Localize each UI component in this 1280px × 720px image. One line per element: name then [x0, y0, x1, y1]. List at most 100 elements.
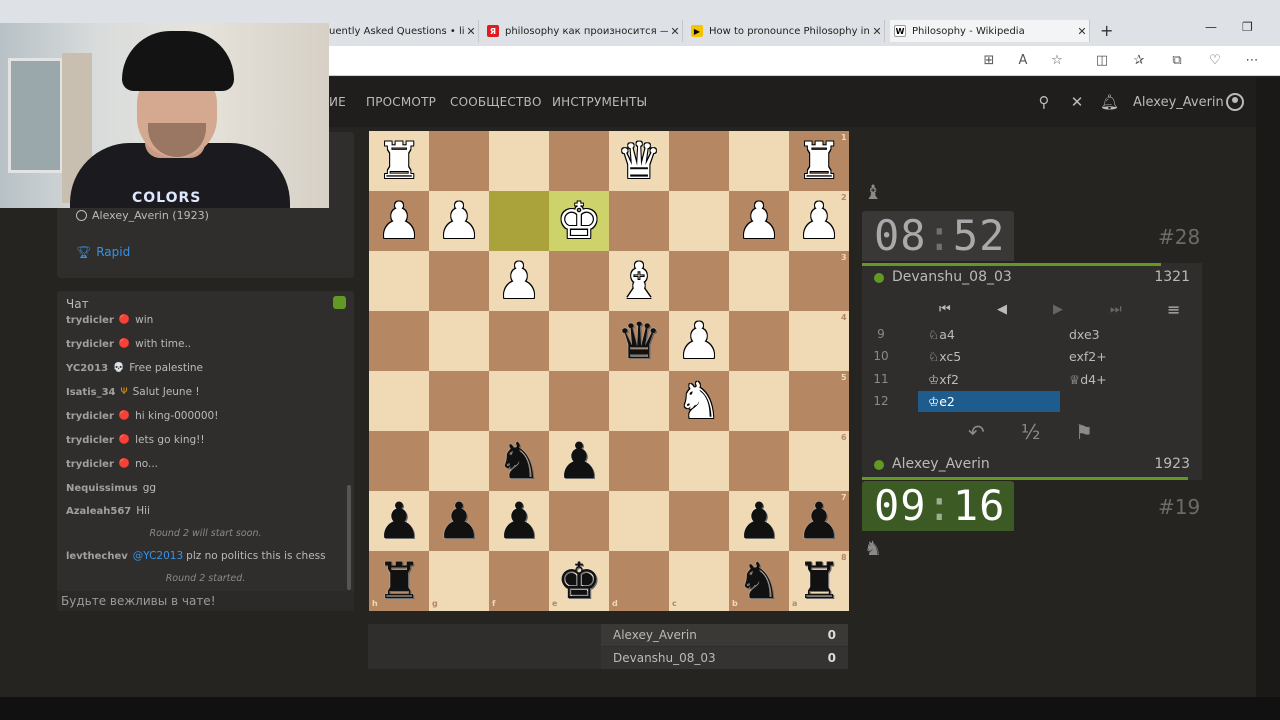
- nav-item-learn[interactable]: ИЕ: [329, 95, 346, 109]
- user-avatar-icon[interactable]: [1226, 93, 1244, 111]
- black-king-icon[interactable]: ♚: [549, 551, 609, 611]
- black-pawn-icon[interactable]: ♟: [429, 491, 489, 551]
- board-square[interactable]: [729, 131, 789, 191]
- last-move-button[interactable]: ⏭: [1110, 302, 1122, 317]
- favorite-star-icon[interactable]: ☆: [1048, 52, 1066, 70]
- minimize-button[interactable]: —: [1205, 20, 1217, 34]
- board-square[interactable]: [489, 551, 549, 611]
- first-move-button[interactable]: ⏮: [939, 302, 951, 317]
- board-square[interactable]: [669, 431, 729, 491]
- close-icon[interactable]: ✕: [1075, 25, 1089, 38]
- restore-button[interactable]: ❐: [1242, 20, 1253, 34]
- next-move-button[interactable]: ▶: [1053, 302, 1063, 317]
- board-square[interactable]: [369, 311, 429, 371]
- white-pawn-icon[interactable]: ♟: [669, 311, 729, 371]
- board-square[interactable]: [549, 491, 609, 551]
- board-square[interactable]: [729, 311, 789, 371]
- takeback-button[interactable]: ↶: [968, 420, 985, 444]
- white-move[interactable]: ♘xc5: [928, 349, 961, 364]
- more-icon[interactable]: ⋯: [1243, 52, 1261, 70]
- white-rook-icon[interactable]: ♜: [369, 131, 429, 191]
- chat-username[interactable]: trydicler: [66, 411, 114, 422]
- black-move[interactable]: dxe3: [1069, 327, 1100, 342]
- board-square[interactable]: [549, 251, 609, 311]
- board-square[interactable]: [369, 431, 429, 491]
- black-knight-icon[interactable]: ♞: [729, 551, 789, 611]
- board-square[interactable]: [369, 371, 429, 431]
- board-square[interactable]: [489, 311, 549, 371]
- white-bishop-icon[interactable]: ♝: [609, 251, 669, 311]
- board-square[interactable]: [429, 311, 489, 371]
- offer-draw-button[interactable]: ½: [1021, 420, 1040, 444]
- white-move[interactable]: ♘a4: [928, 327, 955, 342]
- opponent-name[interactable]: Devanshu_08_03: [892, 269, 1012, 285]
- board-square[interactable]: [609, 371, 669, 431]
- swords-icon[interactable]: ✕: [1068, 93, 1086, 111]
- new-tab-button[interactable]: +: [1100, 21, 1113, 40]
- board-square[interactable]: [429, 131, 489, 191]
- board-square[interactable]: [609, 431, 669, 491]
- board-square[interactable]: [789, 251, 849, 311]
- black-queen-icon[interactable]: ♛: [609, 311, 669, 371]
- tournament-link[interactable]: 🏆︎ Rapid: [76, 245, 130, 259]
- board-square[interactable]: [429, 371, 489, 431]
- white-king-icon[interactable]: ♚: [549, 191, 609, 251]
- chat-username[interactable]: trydicler: [66, 435, 114, 446]
- tab-pronounce-philosophy[interactable]: ▶ How to pronounce Philosophy in ✕: [687, 20, 885, 42]
- header-username[interactable]: Alexey_Averin: [1133, 95, 1224, 110]
- shield-icon[interactable]: ♡: [1206, 52, 1224, 70]
- score-player-name[interactable]: Alexey_Averin: [613, 628, 697, 642]
- board-square[interactable]: [549, 311, 609, 371]
- previous-move-button[interactable]: ◀: [997, 302, 1007, 317]
- board-square[interactable]: [429, 551, 489, 611]
- bell-icon[interactable]: 🔔︎: [1100, 93, 1119, 111]
- board-square[interactable]: [429, 251, 489, 311]
- board-square[interactable]: [489, 371, 549, 431]
- board-square[interactable]: [489, 191, 549, 251]
- board-square[interactable]: [729, 431, 789, 491]
- board-square[interactable]: [789, 371, 849, 431]
- chat-username[interactable]: trydicler: [66, 339, 114, 350]
- chat-username[interactable]: Isatis_34: [66, 387, 116, 398]
- search-icon[interactable]: ⚲: [1035, 93, 1053, 111]
- white-move[interactable]: ♔e2: [928, 394, 955, 409]
- white-pawn-icon[interactable]: ♟: [429, 191, 489, 251]
- black-pawn-icon[interactable]: ♟: [789, 491, 849, 551]
- chat-scrollbar[interactable]: [347, 485, 351, 590]
- board-square[interactable]: [789, 311, 849, 371]
- board-square[interactable]: [489, 131, 549, 191]
- board-square[interactable]: [789, 431, 849, 491]
- close-icon[interactable]: ✕: [464, 25, 478, 38]
- chat-username[interactable]: trydicler: [66, 459, 114, 470]
- board-square[interactable]: [669, 251, 729, 311]
- chat-username[interactable]: YC2013: [66, 363, 108, 374]
- close-icon[interactable]: ✕: [668, 25, 682, 38]
- collections-icon[interactable]: ⧉: [1168, 52, 1186, 70]
- black-knight-icon[interactable]: ♞: [489, 431, 549, 491]
- tab-lichess-faq[interactable]: uently Asked Questions • lich ✕: [329, 20, 479, 42]
- black-pawn-icon[interactable]: ♟: [369, 491, 429, 551]
- board-square[interactable]: [609, 191, 669, 251]
- resign-button[interactable]: ⚑: [1075, 420, 1093, 444]
- white-pawn-icon[interactable]: ♟: [369, 191, 429, 251]
- my-name[interactable]: Alexey_Averin: [892, 456, 990, 472]
- chat-input[interactable]: Будьте вежливы в чате!: [57, 591, 354, 611]
- chat-username[interactable]: trydicler: [66, 315, 114, 326]
- board-square[interactable]: [669, 131, 729, 191]
- read-aloud-icon[interactable]: A: [1014, 52, 1032, 70]
- apps-icon[interactable]: ⊞: [980, 52, 998, 70]
- white-move[interactable]: ♔xf2: [928, 372, 959, 387]
- board-square[interactable]: [549, 371, 609, 431]
- black-pawn-icon[interactable]: ♟: [549, 431, 609, 491]
- white-queen-icon[interactable]: ♛: [609, 131, 669, 191]
- tab-wikipedia-philosophy[interactable]: W Philosophy - Wikipedia ✕: [890, 20, 1090, 42]
- favorites-icon[interactable]: ✰: [1130, 52, 1148, 70]
- white-rook-icon[interactable]: ♜: [789, 131, 849, 191]
- board-square[interactable]: [609, 551, 669, 611]
- white-pawn-icon[interactable]: ♟: [489, 251, 549, 311]
- board-square[interactable]: [369, 251, 429, 311]
- nav-item-tools[interactable]: ИНСТРУМЕНТЫ: [552, 95, 647, 109]
- close-icon[interactable]: ✕: [870, 25, 884, 38]
- white-pawn-icon[interactable]: ♟: [789, 191, 849, 251]
- split-screen-icon[interactable]: ◫: [1093, 52, 1111, 70]
